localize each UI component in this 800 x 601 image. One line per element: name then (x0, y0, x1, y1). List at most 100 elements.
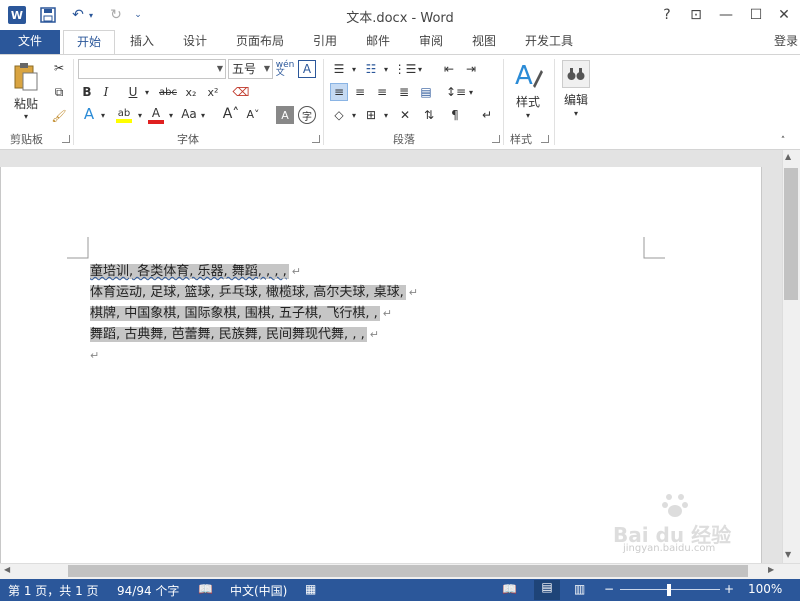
change-case-icon[interactable]: Aa (180, 105, 198, 123)
text-effects-icon[interactable]: A (80, 105, 98, 123)
close-button[interactable]: ✕ (773, 4, 795, 26)
borders-icon[interactable]: ⊞ (362, 106, 380, 124)
scroll-right-icon[interactable]: ▶ (768, 565, 774, 574)
macro-record-icon[interactable]: ▦ (305, 582, 316, 596)
maximize-button[interactable]: ☐ (745, 4, 767, 26)
decrease-indent-icon[interactable]: ⇤ (440, 60, 458, 78)
borders-dropdown-icon[interactable]: ▾ (381, 108, 391, 122)
bold-icon[interactable]: B (78, 83, 96, 101)
document-line[interactable]: 舞蹈, 古典舞, 芭蕾舞, 民族舞, 民间舞现代舞, , , ↵ (90, 325, 379, 344)
font-color-dropdown-icon[interactable]: ▾ (166, 107, 176, 123)
font-launcher-icon[interactable] (312, 135, 320, 143)
align-center-icon[interactable]: ≡ (351, 83, 369, 101)
scroll-down-icon[interactable]: ▼ (785, 550, 791, 559)
tab-developer[interactable]: 开发工具 (518, 30, 580, 54)
document-line[interactable]: 棋牌, 中国象棋, 国际象棋, 围棋, 五子棋, 飞行棋, , ↵ (90, 304, 392, 323)
tab-file[interactable]: 文件 (0, 30, 60, 54)
font-name-combo[interactable]: ▼ (78, 59, 226, 79)
shading-icon[interactable]: ◇ (330, 106, 348, 124)
vertical-scroll-thumb[interactable] (784, 168, 798, 300)
line-spacing-icon[interactable]: ↕≡ (446, 83, 466, 101)
italic-icon[interactable]: I (97, 83, 115, 101)
format-painter-icon[interactable]: 🖌 (50, 107, 68, 125)
styles-launcher-icon[interactable] (541, 135, 549, 143)
horizontal-scroll-thumb[interactable] (68, 565, 748, 577)
multilevel-dropdown-icon[interactable]: ▾ (415, 62, 425, 76)
enclose-characters-icon[interactable]: 字 (298, 106, 316, 124)
justify-icon[interactable]: ≣ (395, 83, 413, 101)
font-size-combo[interactable]: 五号 ▼ (228, 59, 273, 79)
zoom-level[interactable]: 100% (748, 582, 782, 596)
tab-review[interactable]: 审阅 (411, 30, 451, 54)
scroll-left-icon[interactable]: ◀ (4, 565, 10, 574)
strikethrough-icon[interactable]: abc (156, 83, 180, 101)
web-layout-icon[interactable]: ▥ (574, 582, 585, 596)
underline-dropdown-icon[interactable]: ▾ (142, 83, 152, 101)
font-color-icon[interactable]: A (147, 105, 165, 125)
styles-icon[interactable]: A (512, 59, 544, 93)
superscript-icon[interactable]: x² (204, 83, 222, 101)
line-spacing-dropdown-icon[interactable]: ▾ (466, 85, 476, 99)
character-shading-icon[interactable]: A (276, 106, 294, 124)
highlight-color-icon[interactable]: ab (114, 105, 134, 125)
document-line[interactable]: ↵ (90, 346, 99, 365)
align-left-icon[interactable]: ≡ (330, 83, 348, 101)
distributed-icon[interactable]: ▤ (417, 83, 435, 101)
proofing-icon[interactable]: 📖 (198, 582, 213, 596)
underline-icon[interactable]: U (124, 83, 142, 101)
chinese-layout-icon[interactable]: ✕ (396, 106, 414, 124)
scroll-up-icon[interactable]: ▲ (785, 152, 791, 161)
cut-icon[interactable]: ✂ (50, 59, 68, 77)
zoom-slider-thumb[interactable] (667, 584, 671, 596)
print-layout-icon[interactable]: ▤ (534, 580, 560, 600)
subscript-icon[interactable]: x₂ (182, 83, 200, 101)
tab-home[interactable]: 开始 (63, 30, 115, 55)
show-hide-marks-icon[interactable]: ¶ (446, 106, 464, 124)
grow-font-icon[interactable]: A˄ (222, 105, 240, 123)
zoom-in-icon[interactable]: + (724, 582, 734, 596)
change-case-dropdown-icon[interactable]: ▾ (198, 107, 208, 123)
sort-icon[interactable]: ⇅ (420, 106, 438, 124)
tab-page-layout[interactable]: 页面布局 (230, 30, 290, 54)
zoom-out-icon[interactable]: − (604, 582, 614, 596)
tab-view[interactable]: 视图 (464, 30, 504, 54)
numbering-dropdown-icon[interactable]: ▾ (381, 62, 391, 76)
multilevel-list-icon[interactable]: ⋮☰ (394, 60, 417, 78)
styles-dropdown-icon[interactable]: ▾ (522, 110, 534, 120)
language-indicator[interactable]: 中文(中国) (230, 582, 287, 599)
minimize-button[interactable]: — (715, 4, 737, 26)
page-indicator[interactable]: 第 1 页，共 1 页 (8, 582, 99, 599)
highlight-dropdown-icon[interactable]: ▾ (135, 107, 145, 123)
clear-formatting-icon[interactable]: ⌫ (232, 83, 250, 101)
paste-button-label[interactable]: 粘贴 (8, 95, 44, 111)
shrink-font-icon[interactable]: A˅ (244, 105, 262, 123)
paragraph-launcher-icon[interactable] (492, 135, 500, 143)
bullets-icon[interactable]: ☰ (330, 60, 348, 78)
character-border-icon[interactable]: A (298, 60, 316, 78)
ribbon-display-options-button[interactable]: ⊡ (685, 4, 707, 26)
clipboard-launcher-icon[interactable] (62, 135, 70, 143)
text-direction-icon[interactable]: ↵ (478, 106, 496, 124)
editing-button-label[interactable]: 编辑 (558, 91, 594, 107)
word-count[interactable]: 94/94 个字 (117, 582, 179, 599)
help-button[interactable]: ? (656, 4, 678, 26)
document-line[interactable]: 童培训, 各类体育, 乐器, 舞蹈, , , , ↵ (90, 262, 301, 281)
bullets-dropdown-icon[interactable]: ▾ (349, 62, 359, 76)
paste-icon[interactable] (8, 59, 44, 95)
increase-indent-icon[interactable]: ⇥ (462, 60, 480, 78)
binoculars-icon[interactable] (562, 60, 590, 88)
document-line[interactable]: 体育运动, 足球, 篮球, 乒乓球, 橄榄球, 高尔夫球, 桌球, ↵ (90, 283, 418, 302)
tab-insert[interactable]: 插入 (122, 30, 162, 54)
shading-dropdown-icon[interactable]: ▾ (349, 108, 359, 122)
tab-mailings[interactable]: 邮件 (358, 30, 398, 54)
tab-references[interactable]: 引用 (305, 30, 345, 54)
paste-dropdown-icon[interactable]: ▾ (19, 111, 33, 121)
phonetic-guide-icon[interactable]: wén 文 (276, 60, 295, 78)
read-mode-icon[interactable]: 📖 (502, 582, 517, 596)
editing-dropdown-icon[interactable]: ▾ (570, 108, 582, 118)
copy-icon[interactable]: ⧉ (50, 83, 68, 101)
styles-button-label[interactable]: 样式 (510, 93, 546, 109)
numbering-icon[interactable]: ☷ (362, 60, 380, 78)
align-right-icon[interactable]: ≡ (373, 83, 391, 101)
tab-design[interactable]: 设计 (175, 30, 215, 54)
